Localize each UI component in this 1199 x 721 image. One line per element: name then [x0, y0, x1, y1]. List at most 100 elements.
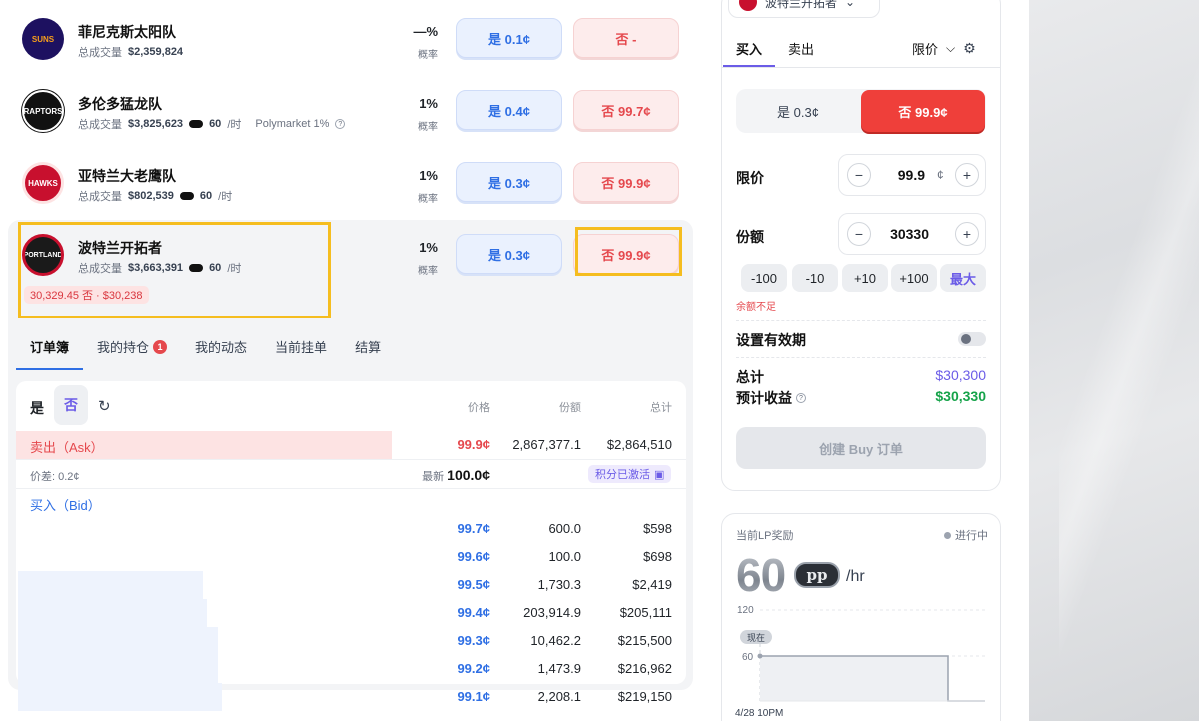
- team-meta: 总成交量 $802,539 60/时: [78, 190, 233, 203]
- buy-yes-button[interactable]: 是 0.3¢: [456, 162, 562, 202]
- team-name[interactable]: 菲尼克斯太阳队: [78, 22, 176, 42]
- bid-row[interactable]: 99.5¢ 1,730.3 $2,419: [16, 571, 686, 599]
- gift-icon: ▣: [654, 468, 665, 481]
- minus-icon[interactable]: −: [847, 222, 871, 246]
- quick-minus-100[interactable]: -100: [741, 264, 787, 292]
- tab-activity[interactable]: 我的动态: [181, 330, 261, 370]
- chevron-down-icon: ⌄: [845, 0, 856, 9]
- bid-row[interactable]: 99.3¢ 10,462.2 $215,500: [16, 627, 686, 655]
- buy-no-button[interactable]: 否 99.9¢: [573, 162, 679, 202]
- quick-plus-10[interactable]: +10: [842, 264, 888, 292]
- refresh-icon[interactable]: ↻: [98, 397, 111, 415]
- buy-yes-button[interactable]: 是 0.3¢: [456, 234, 562, 274]
- ask-price: 99.9¢: [457, 437, 490, 452]
- probability-label: 概率: [418, 50, 438, 61]
- shares-stepper[interactable]: − 30330 +: [838, 213, 986, 255]
- limit-stepper[interactable]: − 99.9 ¢ +: [838, 154, 986, 196]
- detail-tabs: 订单簿 我的持仓 1 我的动态 当前挂单 结算: [16, 330, 395, 370]
- bid-total: $219,150: [617, 689, 672, 704]
- market-row[interactable]: HAWKS 亚特兰大老鹰队 总成交量 $802,539 60/时 1% 概率 是 …: [8, 148, 693, 220]
- expiry-label: 设置有效期: [736, 332, 806, 348]
- tab-orderbook[interactable]: 订单簿: [16, 330, 84, 370]
- total-label: 总计: [736, 369, 764, 385]
- info-icon[interactable]: ?: [796, 393, 806, 403]
- info-icon[interactable]: ?: [335, 119, 346, 129]
- expiry-toggle[interactable]: [958, 332, 986, 346]
- col-shares: 份额: [559, 402, 581, 414]
- background-texture: [1029, 0, 1199, 721]
- buy-no-button[interactable]: 否 99.7¢: [573, 90, 679, 130]
- bid-price: 99.7¢: [457, 521, 490, 536]
- gear-icon[interactable]: ⚙: [963, 40, 976, 57]
- team-logo-small: [739, 0, 757, 11]
- now-label: 现在: [747, 632, 765, 643]
- market-select[interactable]: 波特兰开拓者 ⌄: [728, 0, 880, 18]
- buy-yes-button[interactable]: 是 0.1¢: [456, 18, 562, 58]
- lp-amount: 60: [736, 549, 786, 601]
- bid-shares: 1,730.3: [537, 577, 581, 592]
- bid-label: 买入（Bid）: [30, 498, 101, 513]
- probability-label: 概率: [418, 122, 438, 133]
- market-row[interactable]: RAPTORS 多伦多猛龙队 总成交量 $3,825,623 60/时 Polym…: [8, 76, 693, 148]
- tab-buy[interactable]: 买入: [736, 39, 762, 58]
- quick-plus-100[interactable]: +100: [891, 264, 937, 292]
- bid-total: $205,111: [619, 605, 672, 620]
- limit-value[interactable]: 99.9: [879, 167, 925, 183]
- tab-sell[interactable]: 卖出: [788, 39, 814, 58]
- outcome-no[interactable]: 否 99.9¢: [861, 90, 985, 132]
- buy-no-button[interactable]: 否 -: [573, 18, 679, 58]
- bid-depth-bar: [18, 655, 218, 683]
- probability: 1%: [419, 96, 438, 111]
- tab-positions[interactable]: 我的持仓 1: [83, 330, 181, 370]
- orderbook: 是 否 ↻ 价格 份额 总计 卖出（Ask） 99.9¢ 2,867,377.1…: [16, 381, 686, 711]
- quick-minus-10[interactable]: -10: [792, 264, 838, 292]
- market-row[interactable]: SUNS 菲尼克斯太阳队 总成交量 $2,359,824 —% 概率 是 0.1¢…: [8, 4, 693, 76]
- ask-shares: 2,867,377.1: [512, 437, 581, 452]
- tab-settlement[interactable]: 结算: [341, 330, 395, 370]
- bid-row[interactable]: 99.7¢ 600.0 $598: [16, 515, 686, 543]
- order-type-select[interactable]: 限价 ⌵ ⚙: [912, 39, 976, 58]
- bid-shares: 203,914.9: [523, 605, 581, 620]
- highlight-box: [575, 227, 682, 276]
- orderbook-yes-toggle[interactable]: 是: [30, 398, 44, 418]
- orderbook-no-toggle[interactable]: 否: [54, 385, 88, 425]
- reward-area: [760, 656, 948, 701]
- points-badge: 积分已激活 ▣: [588, 465, 672, 483]
- shares-value[interactable]: 30330: [879, 226, 929, 242]
- bid-row[interactable]: 99.2¢ 1,473.9 $216,962: [16, 655, 686, 683]
- bid-row[interactable]: 99.1¢ 2,208.1 $219,150: [16, 683, 686, 711]
- team-name[interactable]: 多伦多猛龙队: [78, 94, 162, 114]
- ask-row[interactable]: 卖出（Ask） 99.9¢ 2,867,377.1 $2,864,510: [16, 431, 686, 459]
- x-tick-label: 4/28 10PM: [735, 708, 783, 719]
- plus-icon[interactable]: +: [955, 163, 979, 187]
- bid-shares: 1,473.9: [537, 661, 581, 676]
- buy-yes-button[interactable]: 是 0.4¢: [456, 90, 562, 130]
- orderbook-header: 是 否 ↻ 价格 份额 总计: [16, 381, 686, 431]
- pp-token-icon: pp: [794, 562, 840, 588]
- plus-icon[interactable]: +: [955, 222, 979, 246]
- team-name[interactable]: 亚特兰大老鹰队: [78, 166, 176, 186]
- lp-reward-chart: 120 现在 60 4/28 10PM: [735, 605, 985, 719]
- bid-row[interactable]: 99.4¢ 203,914.9 $205,111: [16, 599, 686, 627]
- bid-row[interactable]: 99.6¢ 100.0 $698: [16, 543, 686, 571]
- balance-warning: 余额不足: [736, 302, 776, 313]
- total-value: $30,300: [935, 367, 986, 383]
- tab-open-orders[interactable]: 当前挂单: [261, 330, 341, 370]
- probability-label: 概率: [418, 194, 438, 205]
- team-meta: 总成交量 $3,825,623 60/时 Polymarket 1%?: [78, 116, 346, 132]
- bid-shares: 10,462.2: [530, 633, 581, 648]
- spread-row: 价差: 0.2¢ 最新 100.0¢ 积分已激活 ▣: [16, 459, 686, 489]
- status-dot-icon: [944, 531, 951, 539]
- y-tick-label: 60: [742, 652, 754, 663]
- minus-icon[interactable]: −: [847, 163, 871, 187]
- col-price: 价格: [468, 402, 490, 414]
- quick-max[interactable]: 最大: [940, 264, 986, 292]
- col-total: 总计: [650, 402, 672, 414]
- bid-total: $215,500: [617, 633, 672, 648]
- create-order-button[interactable]: 创建 Buy 订单: [736, 427, 986, 469]
- positions-badge: 1: [153, 339, 168, 354]
- team-logo: RAPTORS: [22, 90, 64, 132]
- bid-shares: 2,208.1: [537, 689, 581, 704]
- probability-label: 概率: [418, 266, 438, 277]
- outcome-yes[interactable]: 是 0.3¢: [736, 89, 860, 133]
